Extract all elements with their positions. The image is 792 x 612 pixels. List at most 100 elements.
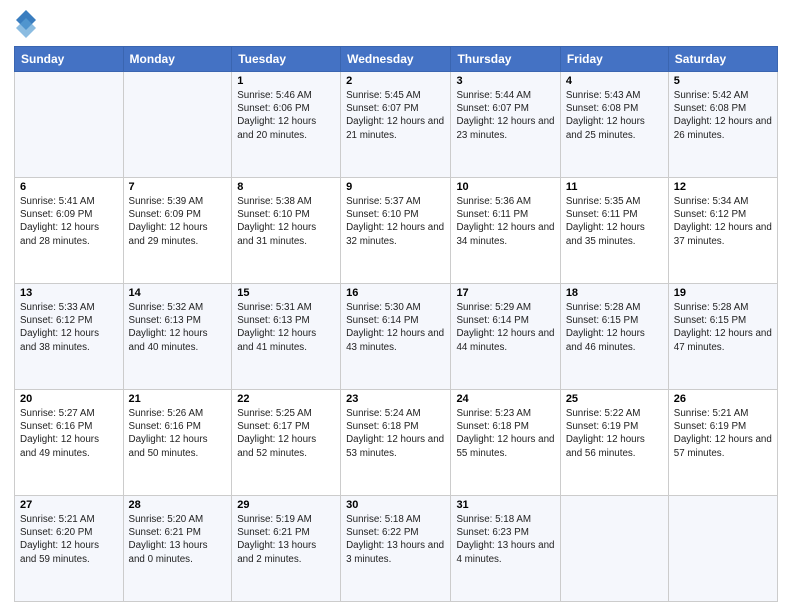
cell-info: Sunrise: 5:20 AM Sunset: 6:21 PM Dayligh… (129, 513, 227, 566)
day-number: 6 (20, 181, 118, 193)
calendar-cell: 26 Sunrise: 5:21 AM Sunset: 6:19 PM Dayli… (668, 390, 777, 496)
cell-info: Sunrise: 5:42 AM Sunset: 6:08 PM Dayligh… (674, 89, 772, 142)
cell-info: Sunrise: 5:27 AM Sunset: 6:16 PM Dayligh… (20, 407, 118, 460)
calendar-cell (668, 496, 777, 602)
calendar-cell: 3 Sunrise: 5:44 AM Sunset: 6:07 PM Daylig… (451, 72, 560, 178)
day-header-saturday: Saturday (668, 47, 777, 72)
cell-info: Sunrise: 5:38 AM Sunset: 6:10 PM Dayligh… (237, 195, 335, 248)
cell-info: Sunrise: 5:37 AM Sunset: 6:10 PM Dayligh… (346, 195, 445, 248)
calendar-cell: 29 Sunrise: 5:19 AM Sunset: 6:21 PM Dayli… (232, 496, 341, 602)
calendar-cell: 4 Sunrise: 5:43 AM Sunset: 6:08 PM Daylig… (560, 72, 668, 178)
calendar-table: SundayMondayTuesdayWednesdayThursdayFrid… (14, 46, 778, 602)
day-number: 25 (566, 393, 663, 405)
day-header-friday: Friday (560, 47, 668, 72)
day-number: 15 (237, 287, 335, 299)
calendar-week-row: 27 Sunrise: 5:21 AM Sunset: 6:20 PM Dayli… (15, 496, 778, 602)
cell-info: Sunrise: 5:23 AM Sunset: 6:18 PM Dayligh… (456, 407, 554, 460)
day-number: 4 (566, 75, 663, 87)
cell-info: Sunrise: 5:43 AM Sunset: 6:08 PM Dayligh… (566, 89, 663, 142)
day-number: 10 (456, 181, 554, 193)
day-header-sunday: Sunday (15, 47, 124, 72)
calendar-cell: 16 Sunrise: 5:30 AM Sunset: 6:14 PM Dayli… (341, 284, 451, 390)
cell-info: Sunrise: 5:30 AM Sunset: 6:14 PM Dayligh… (346, 301, 445, 354)
day-number: 9 (346, 181, 445, 193)
header (14, 10, 778, 38)
cell-info: Sunrise: 5:46 AM Sunset: 6:06 PM Dayligh… (237, 89, 335, 142)
calendar-cell: 15Sunrise: 5:31 AM Sunset: 6:13 PM Dayli… (232, 284, 341, 390)
cell-info: Sunrise: 5:22 AM Sunset: 6:19 PM Dayligh… (566, 407, 663, 460)
day-number: 30 (346, 499, 445, 511)
calendar-cell: 25 Sunrise: 5:22 AM Sunset: 6:19 PM Dayli… (560, 390, 668, 496)
calendar-cell: 20 Sunrise: 5:27 AM Sunset: 6:16 PM Dayli… (15, 390, 124, 496)
day-number: 13 (20, 287, 118, 299)
cell-info: Sunrise: 5:44 AM Sunset: 6:07 PM Dayligh… (456, 89, 554, 142)
day-header-wednesday: Wednesday (341, 47, 451, 72)
cell-info: Sunrise: 5:19 AM Sunset: 6:21 PM Dayligh… (237, 513, 335, 566)
cell-info: Sunrise: 5:45 AM Sunset: 6:07 PM Dayligh… (346, 89, 445, 142)
calendar-cell: 27 Sunrise: 5:21 AM Sunset: 6:20 PM Dayli… (15, 496, 124, 602)
calendar-cell: 28 Sunrise: 5:20 AM Sunset: 6:21 PM Dayli… (123, 496, 232, 602)
day-number: 3 (456, 75, 554, 87)
day-number: 18 (566, 287, 663, 299)
cell-info: Sunrise: 5:21 AM Sunset: 6:19 PM Dayligh… (674, 407, 772, 460)
calendar-cell: 6 Sunrise: 5:41 AM Sunset: 6:09 PM Daylig… (15, 178, 124, 284)
logo (14, 10, 38, 38)
day-number: 27 (20, 499, 118, 511)
calendar-cell: 13Sunrise: 5:33 AM Sunset: 6:12 PM Dayli… (15, 284, 124, 390)
calendar-cell: 12 Sunrise: 5:34 AM Sunset: 6:12 PM Dayli… (668, 178, 777, 284)
day-number: 16 (346, 287, 445, 299)
calendar-cell: 5 Sunrise: 5:42 AM Sunset: 6:08 PM Daylig… (668, 72, 777, 178)
calendar-week-row: 20 Sunrise: 5:27 AM Sunset: 6:16 PM Dayli… (15, 390, 778, 496)
cell-info: Sunrise: 5:18 AM Sunset: 6:23 PM Dayligh… (456, 513, 554, 566)
calendar-cell (123, 72, 232, 178)
day-number: 14 (129, 287, 227, 299)
calendar-cell: 23 Sunrise: 5:24 AM Sunset: 6:18 PM Dayli… (341, 390, 451, 496)
calendar-cell: 7 Sunrise: 5:39 AM Sunset: 6:09 PM Daylig… (123, 178, 232, 284)
calendar-cell: 14 Sunrise: 5:32 AM Sunset: 6:13 PM Dayli… (123, 284, 232, 390)
day-number: 12 (674, 181, 772, 193)
cell-info: Sunrise: 5:29 AM Sunset: 6:14 PM Dayligh… (456, 301, 554, 354)
cell-info: Sunrise: 5:28 AM Sunset: 6:15 PM Dayligh… (566, 301, 663, 354)
calendar-cell: 9 Sunrise: 5:37 AM Sunset: 6:10 PM Daylig… (341, 178, 451, 284)
day-number: 1 (237, 75, 335, 87)
cell-info: Sunrise: 5:28 AM Sunset: 6:15 PM Dayligh… (674, 301, 772, 354)
cell-info: Sunrise: 5:26 AM Sunset: 6:16 PM Dayligh… (129, 407, 227, 460)
day-number: 22 (237, 393, 335, 405)
calendar-cell: 24Sunrise: 5:23 AM Sunset: 6:18 PM Dayli… (451, 390, 560, 496)
day-number: 28 (129, 499, 227, 511)
calendar-cell: 2 Sunrise: 5:45 AM Sunset: 6:07 PM Daylig… (341, 72, 451, 178)
day-number: 23 (346, 393, 445, 405)
day-number: 5 (674, 75, 772, 87)
cell-info: Sunrise: 5:24 AM Sunset: 6:18 PM Dayligh… (346, 407, 445, 460)
calendar-cell: 1 Sunrise: 5:46 AM Sunset: 6:06 PM Daylig… (232, 72, 341, 178)
calendar-week-row: 13Sunrise: 5:33 AM Sunset: 6:12 PM Dayli… (15, 284, 778, 390)
cell-info: Sunrise: 5:25 AM Sunset: 6:17 PM Dayligh… (237, 407, 335, 460)
day-number: 2 (346, 75, 445, 87)
day-number: 21 (129, 393, 227, 405)
day-number: 20 (20, 393, 118, 405)
calendar-cell: 31Sunrise: 5:18 AM Sunset: 6:23 PM Dayli… (451, 496, 560, 602)
day-header-thursday: Thursday (451, 47, 560, 72)
day-number: 29 (237, 499, 335, 511)
calendar-cell: 17 Sunrise: 5:29 AM Sunset: 6:14 PM Dayli… (451, 284, 560, 390)
day-number: 26 (674, 393, 772, 405)
cell-info: Sunrise: 5:21 AM Sunset: 6:20 PM Dayligh… (20, 513, 118, 566)
calendar-cell: 30 Sunrise: 5:18 AM Sunset: 6:22 PM Dayli… (341, 496, 451, 602)
cell-info: Sunrise: 5:18 AM Sunset: 6:22 PM Dayligh… (346, 513, 445, 566)
cell-info: Sunrise: 5:39 AM Sunset: 6:09 PM Dayligh… (129, 195, 227, 248)
calendar-cell (560, 496, 668, 602)
calendar-cell: 8 Sunrise: 5:38 AM Sunset: 6:10 PM Daylig… (232, 178, 341, 284)
day-header-tuesday: Tuesday (232, 47, 341, 72)
calendar-week-row: 6 Sunrise: 5:41 AM Sunset: 6:09 PM Daylig… (15, 178, 778, 284)
day-number: 17 (456, 287, 554, 299)
cell-info: Sunrise: 5:35 AM Sunset: 6:11 PM Dayligh… (566, 195, 663, 248)
cell-info: Sunrise: 5:41 AM Sunset: 6:09 PM Dayligh… (20, 195, 118, 248)
day-number: 8 (237, 181, 335, 193)
day-number: 7 (129, 181, 227, 193)
cell-info: Sunrise: 5:34 AM Sunset: 6:12 PM Dayligh… (674, 195, 772, 248)
calendar-header-row: SundayMondayTuesdayWednesdayThursdayFrid… (15, 47, 778, 72)
calendar-cell: 18 Sunrise: 5:28 AM Sunset: 6:15 PM Dayli… (560, 284, 668, 390)
calendar-cell: 21 Sunrise: 5:26 AM Sunset: 6:16 PM Dayli… (123, 390, 232, 496)
calendar-cell: 10Sunrise: 5:36 AM Sunset: 6:11 PM Dayli… (451, 178, 560, 284)
cell-info: Sunrise: 5:32 AM Sunset: 6:13 PM Dayligh… (129, 301, 227, 354)
